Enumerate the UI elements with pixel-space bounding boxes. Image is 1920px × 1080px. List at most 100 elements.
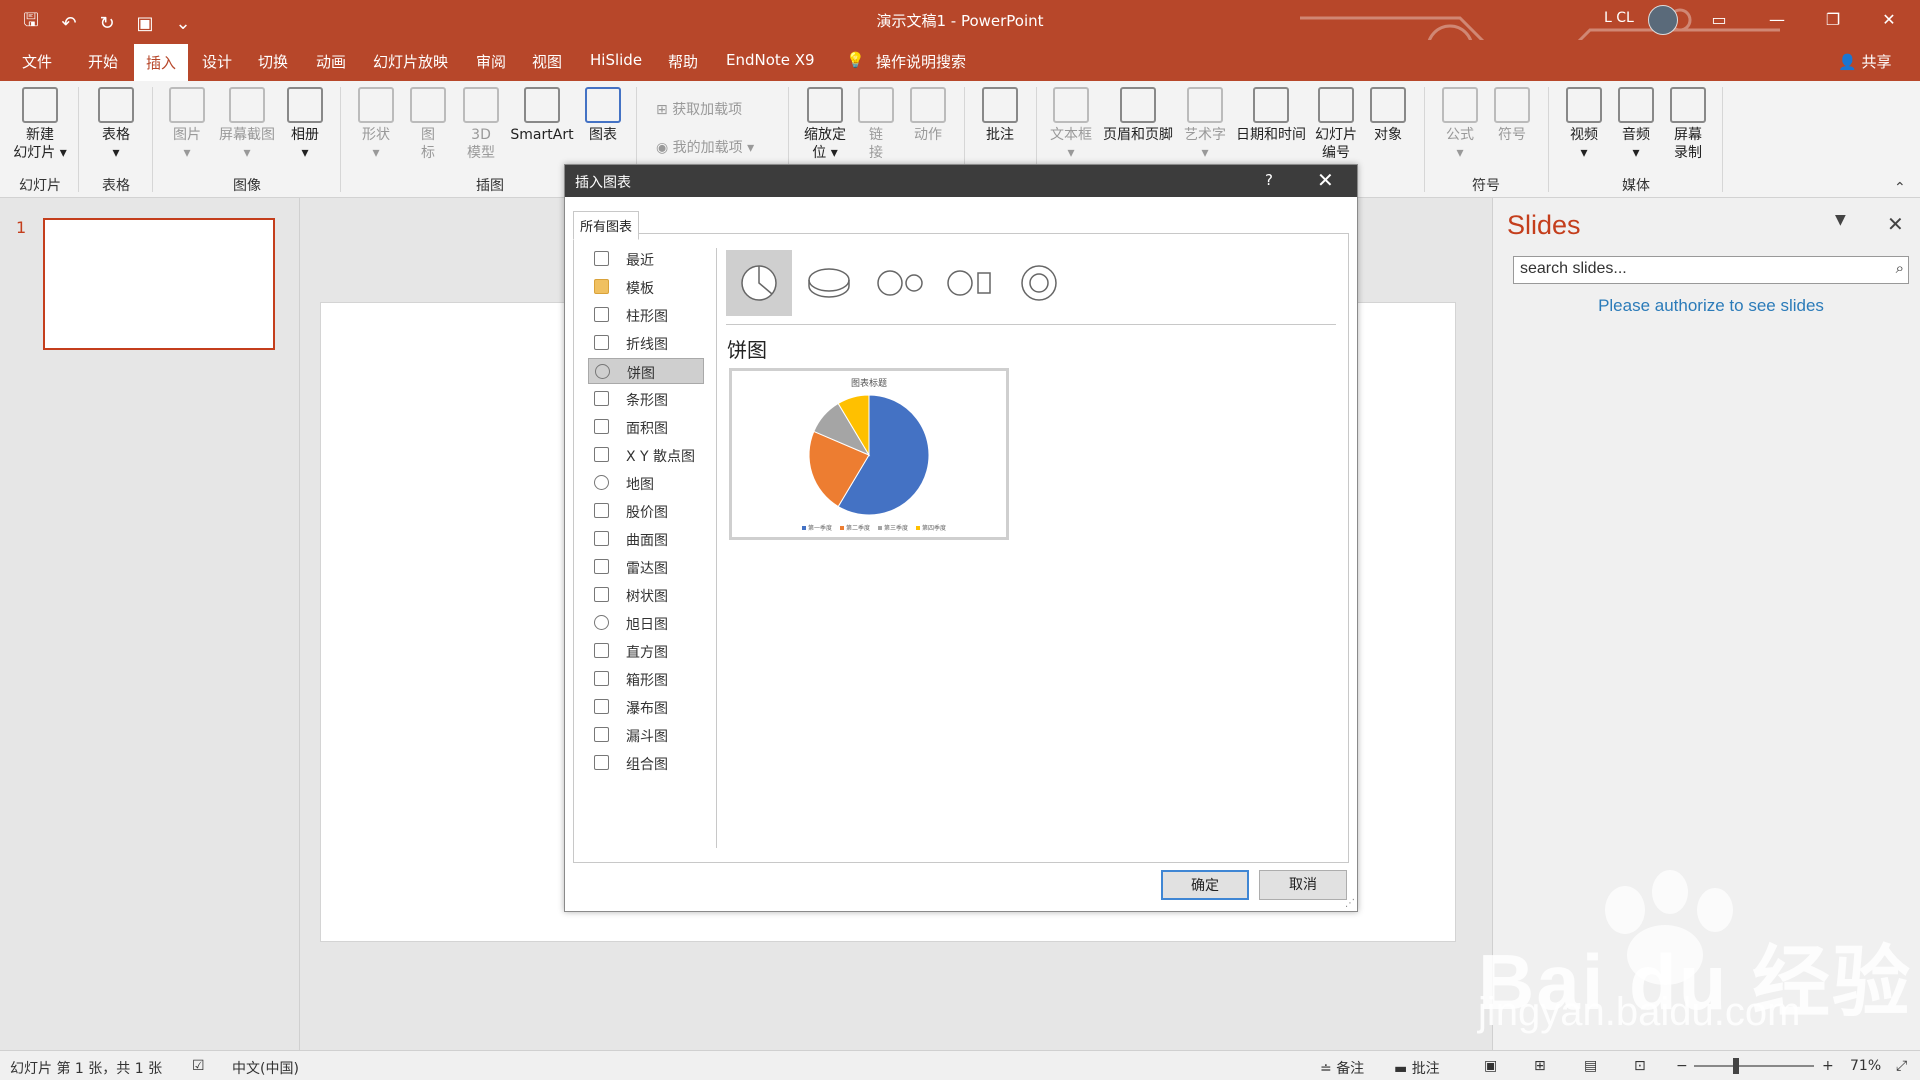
picture-button[interactable]: 图片 ▾: [162, 87, 212, 162]
tab-file[interactable]: 文件: [22, 51, 52, 72]
category-box-whisker[interactable]: 箱形图: [588, 666, 704, 692]
normal-view-icon[interactable]: ▣: [1484, 1058, 1497, 1074]
close-icon[interactable]: ✕: [1866, 6, 1912, 34]
3d-model-line1: 3D: [471, 127, 491, 143]
3d-model-button[interactable]: 3D 模型: [458, 87, 504, 162]
search-input[interactable]: search slides... ⌕: [1513, 256, 1909, 284]
smartart-button[interactable]: SmartArt: [506, 87, 578, 144]
category-surface[interactable]: 曲面图: [588, 526, 704, 552]
icons-button[interactable]: 图标: [406, 87, 450, 162]
get-addins-button[interactable]: ⊞ 获取加载项: [656, 99, 742, 119]
equation-button[interactable]: 公式 ▾: [1436, 87, 1484, 162]
language-indicator[interactable]: 中文(中国): [232, 1058, 299, 1078]
shapes-button[interactable]: 形状 ▾: [352, 87, 400, 162]
restore-icon[interactable]: ❐: [1810, 6, 1856, 34]
tab-transitions[interactable]: 切换: [258, 51, 288, 72]
tell-me-search[interactable]: 操作说明搜索: [876, 51, 966, 72]
cancel-button[interactable]: 取消: [1259, 870, 1347, 900]
category-area[interactable]: 面积图: [588, 414, 704, 440]
category-waterfall[interactable]: 瀑布图: [588, 694, 704, 720]
screen-record-button[interactable]: 屏幕 录制: [1664, 87, 1712, 162]
tab-help[interactable]: 帮助: [668, 51, 698, 72]
category-line[interactable]: 折线图: [588, 330, 704, 356]
link-button[interactable]: 链接: [856, 87, 896, 162]
category-bar[interactable]: 条形图: [588, 386, 704, 412]
category-column[interactable]: 柱形图: [588, 302, 704, 328]
comment-button[interactable]: 批注: [974, 87, 1026, 144]
minimize-icon[interactable]: —: [1754, 6, 1800, 34]
zoom-slider-handle[interactable]: [1733, 1058, 1739, 1074]
category-radar[interactable]: 雷达图: [588, 554, 704, 580]
user-name[interactable]: L CL: [1604, 10, 1634, 26]
ok-button[interactable]: 确定: [1161, 870, 1249, 900]
category-sunburst[interactable]: 旭日图: [588, 610, 704, 636]
category-stock[interactable]: 股价图: [588, 498, 704, 524]
tab-design[interactable]: 设计: [202, 51, 232, 72]
notes-button[interactable]: ≐ 备注: [1320, 1058, 1364, 1078]
tab-animations[interactable]: 动画: [316, 51, 346, 72]
spelling-icon[interactable]: ☑: [192, 1058, 205, 1074]
dialog-help-button[interactable]: ?: [1265, 171, 1273, 189]
textbox-button[interactable]: 文本框 ▾: [1046, 87, 1096, 162]
tab-view[interactable]: 视图: [532, 51, 562, 72]
subtype-pie[interactable]: [726, 250, 792, 316]
tab-all-charts[interactable]: 所有图表: [573, 211, 640, 240]
video-button[interactable]: 视频 ▾: [1560, 87, 1608, 162]
subtype-pie-of-pie[interactable]: [866, 250, 932, 316]
zoom-slider[interactable]: [1694, 1065, 1814, 1067]
object-button[interactable]: 对象: [1364, 87, 1412, 144]
slide-sorter-icon[interactable]: ⊞: [1534, 1058, 1546, 1074]
subtype-bar-of-pie[interactable]: [936, 250, 1002, 316]
reading-view-icon[interactable]: ▤: [1584, 1058, 1597, 1074]
pane-options-icon[interactable]: ▼: [1835, 212, 1846, 228]
ribbon-display-icon[interactable]: ▭: [1696, 6, 1742, 34]
chart-preview[interactable]: 图表标题 第一季度 第二季度 第三季度 第四季度: [729, 368, 1009, 540]
zoom-in-button[interactable]: +: [1822, 1058, 1834, 1074]
avatar[interactable]: [1648, 5, 1678, 35]
my-addins-button[interactable]: ◉ 我的加载项 ▾: [656, 137, 754, 157]
collapse-ribbon-icon[interactable]: ⌃: [1894, 180, 1906, 196]
category-scatter[interactable]: X Y 散点图: [588, 442, 704, 468]
category-pie[interactable]: 饼图: [588, 358, 704, 384]
tab-insert[interactable]: 插入: [134, 44, 189, 81]
tab-hislide[interactable]: HiSlide: [590, 51, 642, 69]
dialog-close-icon[interactable]: ✕: [1317, 168, 1334, 192]
symbol-button[interactable]: 符号: [1488, 87, 1536, 144]
slide-number-button[interactable]: 幻灯片 编号: [1312, 87, 1360, 162]
category-treemap[interactable]: 树状图: [588, 582, 704, 608]
action-button[interactable]: 动作: [904, 87, 952, 144]
album-button[interactable]: 相册 ▾: [282, 87, 328, 162]
category-recent[interactable]: 最近: [588, 246, 704, 272]
share-button[interactable]: 👤 共享: [1838, 51, 1891, 72]
screenshot-button[interactable]: 屏幕截图 ▾: [214, 87, 280, 162]
tab-review[interactable]: 审阅: [476, 51, 506, 72]
tab-endnote[interactable]: EndNote X9: [726, 51, 815, 69]
date-time-button[interactable]: 日期和时间: [1232, 87, 1310, 144]
subtype-doughnut[interactable]: [1006, 250, 1072, 316]
new-slide-button[interactable]: 新建 幻灯片 ▾: [10, 87, 70, 162]
zoom-level[interactable]: 71%: [1850, 1058, 1881, 1074]
resize-grip-icon[interactable]: ⋰: [1345, 898, 1355, 909]
comments-button[interactable]: ▬ 批注: [1394, 1058, 1440, 1078]
authorize-link[interactable]: Please authorize to see slides: [1513, 296, 1909, 316]
search-icon[interactable]: ⌕: [1896, 260, 1904, 277]
category-templates[interactable]: 模板: [588, 274, 704, 300]
pane-close-icon[interactable]: ✕: [1887, 212, 1904, 236]
slide-thumbnail[interactable]: [43, 218, 275, 350]
category-histogram[interactable]: 直方图: [588, 638, 704, 664]
tab-slideshow[interactable]: 幻灯片放映: [373, 51, 448, 72]
chart-button[interactable]: 图表: [582, 87, 624, 144]
table-button[interactable]: 表格 ▾: [88, 87, 144, 162]
fit-slide-icon[interactable]: ⤢: [1896, 1058, 1907, 1074]
tab-home[interactable]: 开始: [88, 51, 118, 72]
category-map[interactable]: 地图: [588, 470, 704, 496]
audio-button[interactable]: 音频 ▾: [1612, 87, 1660, 162]
category-funnel[interactable]: 漏斗图: [588, 722, 704, 748]
wordart-button[interactable]: 艺术字 ▾: [1180, 87, 1230, 162]
header-footer-button[interactable]: 页眉和页脚: [1098, 87, 1178, 144]
slideshow-view-icon[interactable]: ⊡: [1634, 1058, 1646, 1074]
subtype-3d-pie[interactable]: [796, 250, 862, 316]
zoom-out-button[interactable]: −: [1676, 1058, 1688, 1074]
zoom-button[interactable]: 缩放定位 ▾: [796, 87, 854, 162]
category-combo[interactable]: 组合图: [588, 750, 704, 776]
